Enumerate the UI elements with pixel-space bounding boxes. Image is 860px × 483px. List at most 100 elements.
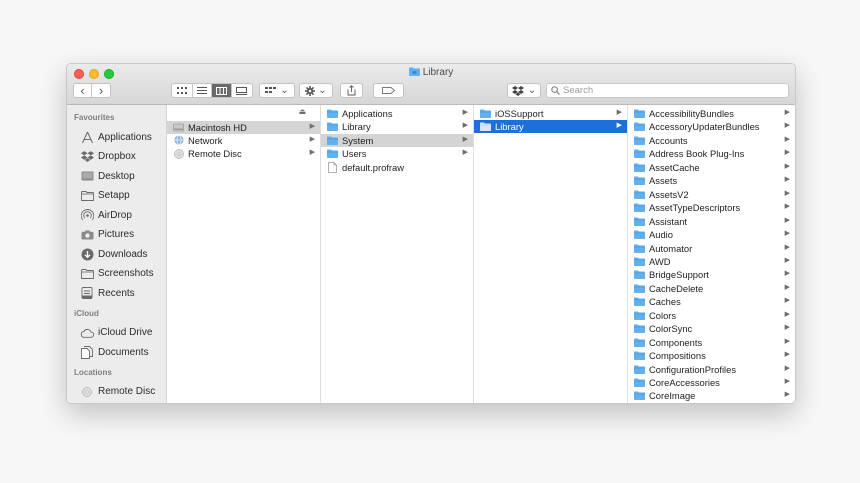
sidebar-item-airdrop[interactable]: AirDrop [80,207,132,223]
disclosure-arrow-icon: ▶ [784,337,790,345]
disclosure-arrow-icon: ▶ [784,310,790,318]
column-row-automator[interactable]: Automator ▶ [628,242,795,255]
column-row-components[interactable]: Components ▶ [628,336,795,349]
folder-icon [327,149,338,159]
sidebar-item-screenshots[interactable]: Screenshots [80,266,154,282]
column-row-label: AccessibilityBundles [649,108,734,119]
sidebar-item-pictures[interactable]: Pictures [80,227,134,243]
column-row-label: Assets [649,175,678,187]
column-row-audio[interactable]: Audio ▶ [628,228,795,241]
column-row-label: Colors [649,309,677,321]
chevron-down-icon: ⌄ [527,84,537,96]
sidebar-item-label: Applications [98,131,152,143]
sidebar-item-label: Downloads [98,248,148,260]
sidebar-section-title: Favourites [74,113,115,122]
window-title-container: Library [67,67,795,79]
column-row-assistant[interactable]: Assistant ▶ [628,215,795,228]
column-row-cachedelete[interactable]: CacheDelete ▶ [628,282,795,295]
sidebar-item-icloud-drive[interactable]: iCloud Drive [80,325,152,341]
disclosure-arrow-icon: ▶ [784,243,790,251]
camera-icon [80,228,94,242]
column-row-assetcache[interactable]: AssetCache ▶ [628,161,795,174]
sidebar-section-title: Locations [74,367,112,377]
sidebar-item-setapp[interactable]: Setapp [80,188,130,204]
column-row-accessibilitybundles[interactable]: AccessibilityBundles ▶ [628,107,795,120]
column-row-assets[interactable]: Assets ▶ [628,174,795,187]
column-view-button[interactable] [212,84,232,97]
column-library[interactable]: AccessibilityBundles ▶ AccessoryUpdaterBun… [628,105,795,403]
column-row-address-book-plug-ins[interactable]: Address Book Plug-Ins ▶ [628,147,795,160]
column-row-colorsync[interactable]: ColorSync ▶ [628,322,795,335]
sidebar-item-label: Documents [98,346,149,358]
sidebar-item-dropbox[interactable]: Dropbox [80,149,136,165]
column-macintosh-hd[interactable]: Applications ▶ Library ▶ System ▶ Users ▶ defaul… [321,105,474,403]
column-row-network[interactable]: Network ▶ [167,134,320,147]
column-view-icon [215,86,227,95]
sidebar-item-documents[interactable]: Documents [80,344,149,360]
column-system[interactable]: iOSSupport ▶ Library ▶ [474,105,628,403]
column-row-label: Compositions [649,350,706,362]
column-row-compositions[interactable]: Compositions ▶ [628,349,795,362]
gear-icon [305,85,316,96]
column-row-coreaccessories[interactable]: CoreAccessories ▶ [628,376,795,389]
column-row-accessoryupdaterbundles[interactable]: AccessoryUpdaterBundles ▶ [628,120,795,133]
sidebar-item-label: iCloud Drive [98,327,153,338]
disclosure-arrow-icon: ▶ [784,230,790,238]
gallery-view-button[interactable] [232,84,252,97]
disclosure-arrow-icon: ▶ [784,162,790,170]
column-row-caches[interactable]: Caches ▶ [628,295,795,308]
column-row-assettypedescriptors[interactable]: AssetTypeDescriptors ▶ [628,201,795,214]
action-button[interactable]: ⌄ [299,83,333,98]
eject-icon[interactable]: ⏏ [298,107,306,116]
applications-icon [80,130,94,144]
disc-icon [80,385,94,399]
column-row-assetsv2[interactable]: AssetsV2 ▶ [628,188,795,201]
back-button[interactable]: ‹ [74,84,93,97]
column-devices[interactable]: ⏏ Macintosh HD ▶ Network ▶ Remote Disc ▶ [167,105,321,403]
column-row-system[interactable]: System ▶ [321,133,473,147]
view-mode-control [171,83,253,98]
column-row-library[interactable]: Library ▶ [321,120,473,133]
disclosure-arrow-icon: ▶ [784,364,790,372]
icon-view-button[interactable] [172,84,193,97]
column-row-coreimage[interactable]: CoreImage ▶ [628,389,795,402]
column-row-awd[interactable]: AWD ▶ [628,255,795,268]
sidebar-item-recents[interactable]: Recents [80,285,135,301]
folder-icon [634,364,645,374]
column-row-colors[interactable]: Colors ▶ [628,309,795,322]
column-row-remote-disc[interactable]: Remote Disc ▶ [167,147,320,160]
sidebar-item-desktop[interactable]: Desktop [80,168,135,184]
column-row-default-profraw[interactable]: default.profraw [321,161,473,174]
list-view-button[interactable] [193,84,213,97]
sidebar-item-applications[interactable]: Applications [80,129,152,145]
column-row-applications[interactable]: Applications ▶ [321,107,473,120]
forward-button[interactable]: › [92,84,110,97]
folder-icon [634,216,645,226]
column-row-iossupport[interactable]: iOSSupport ▶ [474,107,627,120]
column-row-configurationprofiles[interactable]: ConfigurationProfiles ▶ [628,363,795,376]
column-row-users[interactable]: Users ▶ [321,147,473,160]
column-row-accounts[interactable]: Accounts ▶ [628,134,795,147]
search-input[interactable] [563,85,763,96]
group-button[interactable]: ⌄ [259,83,295,98]
tag-button[interactable] [373,83,404,98]
column-row-library[interactable]: Library ▶ [474,120,627,134]
disclosure-arrow-icon: ▶ [784,203,790,211]
column-row-bridgesupport[interactable]: BridgeSupport ▶ [628,268,795,281]
folder-icon [634,256,645,266]
sidebar-item-downloads[interactable]: Downloads [80,246,147,262]
icon-view-icon [176,87,187,94]
title-bar[interactable]: Library ‹ › ⌄ ⌄ ⌄ Search [67,64,795,105]
disclosure-arrow-icon: ▶ [309,135,315,143]
sidebar-section-title: iCloud [74,308,99,318]
sidebar-item-label: Desktop [98,170,135,182]
recents-icon [80,286,94,300]
folder-icon [327,122,338,132]
column-row-macintosh-hd[interactable]: Macintosh HD ▶ [167,120,320,134]
search-field[interactable] [546,83,789,98]
share-button[interactable] [340,83,363,98]
disclosure-arrow-icon: ▶ [784,109,790,116]
sidebar-item-remote-disc[interactable]: Remote Disc [80,384,155,400]
dropbox-toolbar-button[interactable]: ⌄ [507,83,541,98]
disclosure-arrow-icon: ▶ [784,324,790,332]
